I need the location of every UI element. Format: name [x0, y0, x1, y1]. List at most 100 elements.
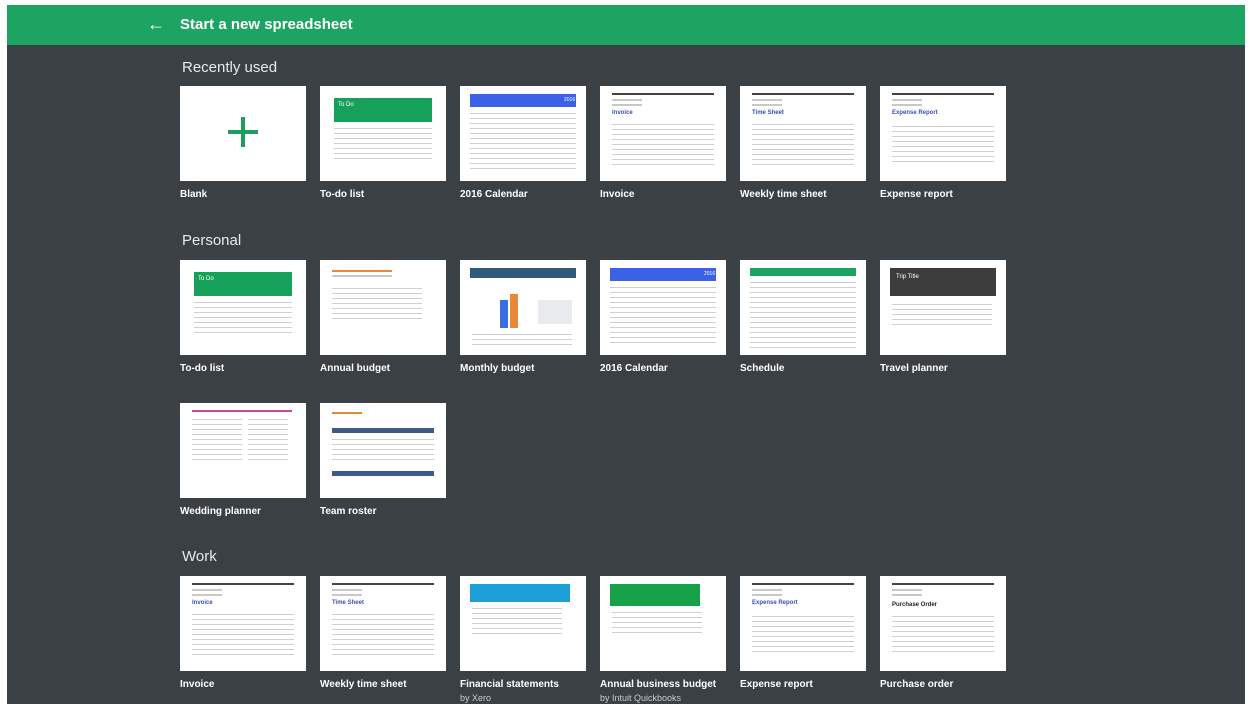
template-thumbnail: To Do: [320, 86, 446, 181]
template-label[interactable]: Team roster: [320, 506, 377, 518]
thumb-lines: [752, 589, 782, 599]
thumb-rows: [192, 614, 294, 659]
template-thumbnail: Expense Report: [880, 86, 1006, 181]
thumb-year: 2016: [704, 271, 716, 277]
template-label[interactable]: Financial statements: [460, 679, 559, 691]
template-label[interactable]: Purchase order: [880, 679, 953, 691]
thumb-rows: [892, 304, 992, 329]
thumb-rule: [892, 583, 994, 585]
template-card-team-roster[interactable]: [320, 403, 446, 498]
template-thumbnail: [180, 86, 306, 181]
template-thumbnail: [320, 403, 446, 498]
template-card-wedding-planner[interactable]: [180, 403, 306, 498]
thumb-header: [470, 584, 570, 602]
page-title: Start a new spreadsheet: [180, 16, 353, 33]
template-label[interactable]: 2016 Calendar: [460, 189, 528, 201]
thumb-rows: [192, 419, 242, 464]
template-thumbnail: 2016: [460, 86, 586, 181]
header-bar: ← Start a new spreadsheet: [7, 5, 1245, 45]
template-label[interactable]: Annual budget: [320, 363, 390, 375]
template-card-annual-budget[interactable]: [320, 260, 446, 355]
template-thumbnail: Purchase Order: [880, 576, 1006, 671]
back-arrow-icon[interactable]: ←: [145, 13, 167, 35]
thumb-rows: [332, 614, 434, 659]
thumb-rows: [332, 288, 422, 323]
thumb-header: [750, 268, 856, 276]
template-card-financial-statements[interactable]: [460, 576, 586, 671]
template-card-travel-planner[interactable]: Trip Title: [880, 260, 1006, 355]
thumb-rule: [192, 583, 294, 585]
template-card-expense-report[interactable]: Expense Report: [880, 86, 1006, 181]
thumb-lines: [892, 99, 922, 109]
template-card-2016-calendar[interactable]: 2016: [460, 86, 586, 181]
template-label[interactable]: Weekly time sheet: [320, 679, 407, 691]
template-thumbnail: Time Sheet: [320, 576, 446, 671]
section-title-work: Work: [182, 548, 217, 565]
thumb-header: [470, 268, 576, 278]
thumb-title: To Do: [198, 276, 214, 282]
template-thumbnail: [740, 260, 866, 355]
template-label[interactable]: To-do list: [180, 363, 224, 375]
template-label[interactable]: Expense report: [740, 679, 813, 691]
thumb-header: [610, 268, 716, 281]
thumb-lines: [332, 589, 362, 599]
template-card-weekly-time-sheet[interactable]: Time Sheet: [740, 86, 866, 181]
thumb-lines: [192, 589, 222, 599]
plus-icon: [228, 117, 258, 147]
template-thumbnail: Trip Title: [880, 260, 1006, 355]
thumb-title: Expense Report: [892, 110, 938, 116]
template-card-blank[interactable]: [180, 86, 306, 181]
template-thumbnail: Invoice: [180, 576, 306, 671]
template-thumbnail: [460, 576, 586, 671]
thumb-lines: [752, 99, 782, 109]
thumb-rows: [892, 126, 994, 166]
section-title-personal: Personal: [182, 232, 242, 249]
thumb-rows: [334, 128, 432, 163]
template-card-2016-calendar[interactable]: 2016: [600, 260, 726, 355]
template-label[interactable]: Annual business budget: [600, 679, 716, 691]
template-provider: by Intuit Quickbooks: [600, 693, 682, 703]
template-card-to-do-list[interactable]: To Do: [180, 260, 306, 355]
template-label[interactable]: Invoice: [600, 189, 634, 201]
template-card-monthly-budget[interactable]: [460, 260, 586, 355]
section-title-recently-used: Recently used: [182, 59, 278, 76]
template-thumbnail: Time Sheet: [740, 86, 866, 181]
template-label[interactable]: Invoice: [180, 679, 214, 691]
template-card-invoice[interactable]: Invoice: [600, 86, 726, 181]
template-label[interactable]: Schedule: [740, 363, 784, 375]
template-label[interactable]: Travel planner: [880, 363, 948, 375]
template-card-expense-report[interactable]: Expense Report: [740, 576, 866, 671]
template-card-annual-business-budget[interactable]: [600, 576, 726, 671]
thumb-rows: [332, 439, 434, 464]
thumb-rows: [472, 334, 572, 349]
template-thumbnail: 2016: [600, 260, 726, 355]
thumb-rule: [752, 583, 854, 585]
template-label[interactable]: Expense report: [880, 189, 953, 201]
template-label[interactable]: Wedding planner: [180, 506, 261, 518]
thumb-header: [610, 584, 700, 606]
template-card-invoice[interactable]: Invoice: [180, 576, 306, 671]
template-card-schedule[interactable]: [740, 260, 866, 355]
thumb-title: Time Sheet: [752, 110, 784, 116]
template-card-purchase-order[interactable]: Purchase Order: [880, 576, 1006, 671]
thumb-title: Time Sheet: [332, 600, 364, 606]
thumb-rule: [332, 412, 362, 414]
thumb-title: Invoice: [612, 110, 633, 116]
template-label[interactable]: Monthly budget: [460, 363, 534, 375]
template-label[interactable]: 2016 Calendar: [600, 363, 668, 375]
thumb-lines: [332, 270, 392, 280]
template-card-to-do-list[interactable]: To Do: [320, 86, 446, 181]
thumb-lines: [892, 589, 922, 599]
thumb-rows: [194, 302, 292, 337]
thumb-header: [890, 268, 996, 296]
thumb-bar: [500, 300, 508, 328]
thumb-rows: [248, 419, 288, 464]
thumb-rule: [612, 93, 714, 95]
thumb-title: Trip Title: [896, 274, 919, 280]
template-card-weekly-time-sheet[interactable]: Time Sheet: [320, 576, 446, 671]
thumb-rows: [472, 608, 562, 638]
template-label[interactable]: Blank: [180, 189, 207, 201]
template-label[interactable]: Weekly time sheet: [740, 189, 827, 201]
template-label[interactable]: To-do list: [320, 189, 364, 201]
thumb-header: [470, 94, 576, 107]
